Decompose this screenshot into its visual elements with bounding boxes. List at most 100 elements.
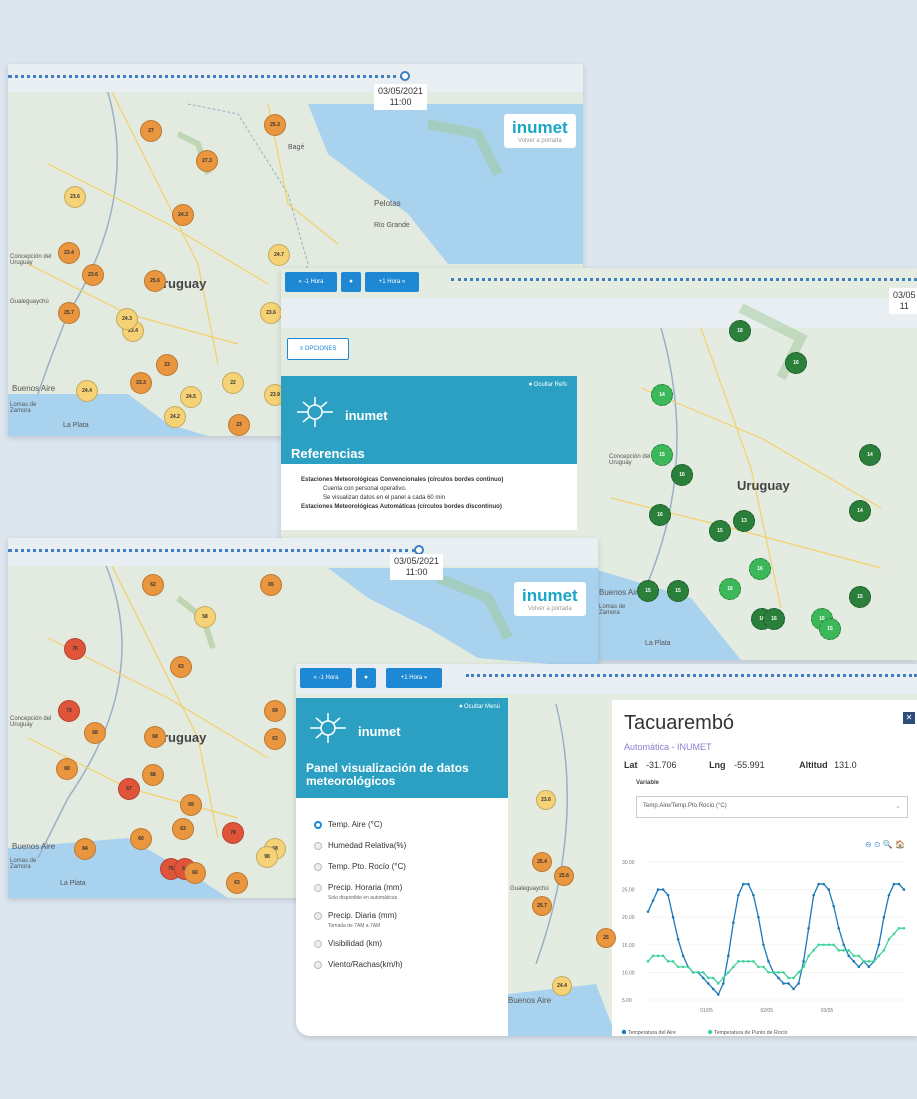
station-marker[interactable]: 22 [222, 372, 244, 394]
station-marker[interactable]: 69 [264, 700, 286, 722]
variable-option[interactable]: Humedad Relativa(%) [314, 841, 508, 850]
station-marker[interactable]: 24.3 [116, 308, 138, 330]
timeline-track[interactable] [451, 278, 917, 282]
station-marker[interactable]: 24.5 [180, 386, 202, 408]
timeline-track[interactable] [8, 75, 404, 79]
station-marker[interactable]: 65 [260, 574, 282, 596]
radio-button[interactable] [314, 960, 322, 969]
radio-button[interactable] [314, 862, 322, 871]
variable-option[interactable]: Precip. Diaria (mm) [314, 911, 508, 920]
station-marker[interactable]: 23.6 [64, 186, 86, 208]
prev-hour-button[interactable]: « -1 Hora [285, 272, 337, 292]
station-marker[interactable]: 69 [56, 758, 78, 780]
variable-option[interactable]: Temp. Aire (°C) [314, 820, 508, 829]
timeline-bar[interactable] [8, 64, 583, 92]
timeline-track[interactable] [8, 549, 416, 553]
station-marker[interactable]: 23.6 [260, 302, 282, 324]
hide-refs-button[interactable]: ⏺ Ocultar Refs [529, 382, 567, 389]
station-marker[interactable]: 68 [84, 722, 106, 744]
timeline-bar[interactable] [8, 538, 598, 566]
timeline-handle[interactable] [400, 71, 410, 81]
station-marker[interactable]: 15 [849, 586, 871, 608]
station-marker[interactable]: 60 [184, 862, 206, 884]
station-marker[interactable]: 84 [74, 838, 96, 860]
station-marker[interactable]: 16 [763, 608, 785, 630]
station-marker[interactable]: 63 [264, 728, 286, 750]
logo-subtitle: Volver a portada [518, 138, 562, 144]
station-marker[interactable]: 23.6 [536, 790, 556, 810]
station-marker[interactable]: 13 [733, 510, 755, 532]
station-marker[interactable]: 63 [226, 872, 248, 894]
inumet-logo[interactable]: inumet Volver a portada [504, 114, 576, 148]
station-marker[interactable]: 23.4 [58, 242, 80, 264]
station-marker[interactable]: 68 [142, 764, 164, 786]
station-marker[interactable]: 57 [118, 778, 140, 800]
close-icon[interactable]: ✕ [903, 712, 915, 724]
station-marker[interactable]: 23.3 [130, 372, 152, 394]
chart-toolbar[interactable]: ⊖ ⊙ 🔍 🏠 [865, 840, 905, 849]
timeline-track[interactable] [466, 674, 917, 678]
station-marker[interactable]: 24.3 [172, 204, 194, 226]
hide-menu-button[interactable]: ⏺ Ocultar Menú [459, 704, 500, 711]
station-marker[interactable]: 25.4 [532, 852, 552, 872]
station-marker[interactable]: 24.4 [76, 380, 98, 402]
station-marker[interactable]: 58 [194, 606, 216, 628]
station-marker[interactable]: 63 [170, 656, 192, 678]
station-marker[interactable]: 16 [671, 464, 693, 486]
station-marker[interactable]: 16 [649, 504, 671, 526]
station-marker[interactable]: 25 [596, 928, 616, 948]
data-point [762, 943, 765, 947]
station-marker[interactable]: 18 [729, 320, 751, 342]
station-marker[interactable]: 15 [637, 580, 659, 602]
station-marker[interactable]: 62 [142, 574, 164, 596]
options-button[interactable]: ≡ OPCIONES [287, 338, 349, 360]
station-marker[interactable]: 23 [228, 414, 250, 436]
next-hour-button[interactable]: +1 Hora » [386, 668, 442, 688]
station-marker[interactable]: 25.6 [144, 270, 166, 292]
radio-button[interactable] [314, 883, 322, 892]
radio-button[interactable] [314, 841, 322, 850]
inumet-logo[interactable]: inumet Volver a portada [514, 582, 586, 616]
station-marker[interactable]: 14 [651, 384, 673, 406]
radio-button[interactable] [314, 939, 322, 948]
variable-option[interactable]: Visibilidad (km) [314, 939, 508, 948]
station-marker[interactable]: 69 [180, 794, 202, 816]
station-marker[interactable]: 25.6 [554, 866, 574, 886]
station-marker[interactable]: 16 [719, 578, 741, 600]
station-marker[interactable]: 73 [58, 700, 80, 722]
station-marker[interactable]: 15 [651, 444, 673, 466]
station-marker[interactable]: 24.7 [268, 244, 290, 266]
radio-button[interactable] [314, 911, 322, 920]
station-marker[interactable]: 76 [64, 638, 86, 660]
station-marker[interactable]: 24.4 [552, 976, 572, 996]
station-marker[interactable]: 14 [859, 444, 881, 466]
variable-option[interactable]: Temp. Pto. Rocío (°C) [314, 862, 508, 871]
station-marker[interactable]: 24.2 [164, 406, 186, 428]
station-marker[interactable]: 98 [256, 846, 278, 868]
center-button[interactable]: ⏺ [356, 668, 376, 688]
prev-hour-button[interactable]: « -1 Hora [300, 668, 352, 688]
station-marker[interactable]: 68 [144, 726, 166, 748]
station-marker[interactable]: 25.7 [58, 302, 80, 324]
next-hour-button[interactable]: +1 Hora » [365, 272, 419, 292]
station-marker[interactable]: 63 [172, 818, 194, 840]
center-button[interactable]: ⏺ [341, 272, 361, 292]
station-marker[interactable]: 60 [130, 828, 152, 850]
variable-option[interactable]: Viento/Rachas(km/h) [314, 960, 508, 969]
station-marker[interactable]: 15 [819, 618, 841, 640]
station-marker[interactable]: 78 [222, 822, 244, 844]
station-marker[interactable]: 25.7 [532, 896, 552, 916]
station-marker[interactable]: 27 [140, 120, 162, 142]
variable-option[interactable]: Precip. Horaria (mm) [314, 883, 508, 892]
station-marker[interactable]: 16 [749, 558, 771, 580]
station-marker[interactable]: 27.3 [196, 150, 218, 172]
radio-button[interactable] [314, 820, 322, 829]
station-marker[interactable]: 16 [785, 352, 807, 374]
station-marker[interactable]: 23.6 [82, 264, 104, 286]
variable-select[interactable]: Temp.Aire/Temp.Pto.Rocío (°C) ⌄ [636, 796, 908, 818]
station-marker[interactable]: 14 [849, 500, 871, 522]
station-marker[interactable]: 23 [156, 354, 178, 376]
station-marker[interactable]: 25.3 [264, 114, 286, 136]
station-marker[interactable]: 15 [709, 520, 731, 542]
station-marker[interactable]: 15 [667, 580, 689, 602]
